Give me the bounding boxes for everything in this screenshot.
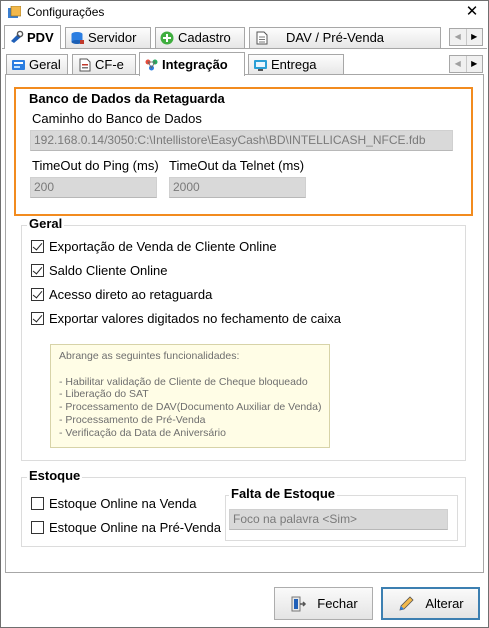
saldo-cliente-checkbox[interactable]: Saldo Cliente Online [31,262,168,278]
settings-app-icon [8,6,21,18]
sub-tab-row: Geral CF-e Integração Entrega ◀ ▶ [1,52,488,76]
main-tabs-scroller: ◀ ▶ [449,28,483,46]
document-icon [256,31,268,45]
checkbox-label: Estoque Online na Pré-Venda [49,519,222,535]
note-line: - Habilitar validação de Cliente de Cheq… [59,375,308,388]
tab-dav-pre-venda[interactable]: DAV / Pré-Venda [249,27,441,48]
tab-servidor-label: Servidor [88,30,137,45]
scroll-left-button[interactable]: ◀ [450,29,467,45]
sub-scroll-left-button[interactable]: ◀ [450,56,467,72]
checkbox-label: Acesso direto ao retaguarda [49,286,213,302]
close-button[interactable]: ✕ [462,2,482,22]
note-line: - Processamento de DAV(Documento Auxilia… [59,401,322,414]
caminho-field[interactable]: 192.168.0.14/3050:C:\Intellistore\EasyCa… [30,130,453,151]
tab-pdv-label: PDV [27,30,54,45]
geral-group-title: Geral [27,216,65,231]
tab-cfe-label: CF-e [95,57,124,72]
tab-entrega[interactable]: Entrega [248,54,344,75]
falta-estoque-title: Falta de Estoque [229,486,338,501]
tab-dav-pre-venda-label: DAV / Pré-Venda [286,30,385,45]
checkbox-box [31,287,44,301]
sub-tabs-scroller: ◀ ▶ [449,55,483,73]
configuracoes-window: Configurações ✕ PDV Servidor Cadastro DA… [0,0,489,628]
exit-door-icon [291,596,307,611]
add-icon [160,31,174,45]
note-line [59,363,329,376]
telnet-timeout-field[interactable]: 2000 [169,177,306,198]
note-line: - Verificação da Data de Aniversário [59,426,226,439]
checkbox-box [31,239,44,253]
funcionalidades-note: Abrange as seguintes funcionalidades: - … [50,344,330,448]
scroll-right-button[interactable]: ▶ [467,29,483,45]
checkbox-box [31,520,44,534]
note-line: Abrange as seguintes funcionalidades: [59,350,240,362]
checkbox-box [31,496,44,510]
pdv-icon [11,30,24,43]
sub-scroll-right-button[interactable]: ▶ [467,56,483,72]
checkbox-box [31,311,44,325]
edit-pen-icon [399,595,414,611]
alterar-button[interactable]: Alterar [381,587,480,620]
checkbox-label: Exportação de Venda de Cliente Online [49,238,277,254]
exportar-valores-checkbox[interactable]: Exportar valores digitados no fechamento… [31,310,341,326]
fechar-button[interactable]: Fechar [274,587,373,620]
tab-cadastro[interactable]: Cadastro [155,27,245,48]
acesso-direto-checkbox[interactable]: Acesso direto ao retaguarda [31,286,212,302]
note-line: - Processamento de Pré-Venda [59,413,206,426]
checkbox-box [31,263,44,277]
caminho-label: Caminho do Banco de Dados [32,111,202,126]
checkbox-label: Saldo Cliente Online [49,262,168,278]
tab-divider [2,48,487,49]
ping-label: TimeOut do Ping (ms) [32,158,159,173]
note-line: - Liberação do SAT [59,388,149,401]
tab-geral[interactable]: Geral [6,54,68,75]
tab-servidor[interactable]: Servidor [65,27,151,48]
alterar-label: Alterar [425,596,464,611]
integration-icon [145,59,158,71]
close-icon: ✕ [465,3,479,20]
tab-integracao-label: Integração [162,57,228,72]
tab-geral-label: Geral [29,57,61,72]
delivery-icon [254,60,267,71]
fechar-label: Fechar [317,596,358,611]
telnet-label: TimeOut da Telnet (ms) [169,158,305,173]
window-title: Configurações [27,5,105,19]
main-tab-row: PDV Servidor Cadastro DAV / Pré-Venda ◀ … [1,25,488,49]
title-bar: Configurações ✕ [1,1,488,23]
tab-pdv[interactable]: PDV [4,25,61,49]
estoque-pre-venda-checkbox[interactable]: Estoque Online na Pré-Venda [31,519,221,535]
cfe-icon [79,58,91,72]
checkbox-label: Exportar valores digitados no fechamento… [49,310,341,326]
banco-group-title: Banco de Dados da Retaguarda [27,91,227,106]
server-icon [71,32,84,44]
falta-estoque-field[interactable]: Foco na palavra <Sim> [229,509,448,530]
tab-cfe[interactable]: CF-e [72,54,136,75]
estoque-venda-checkbox[interactable]: Estoque Online na Venda [31,495,196,511]
exportacao-venda-checkbox[interactable]: Exportação de Venda de Cliente Online [31,238,277,254]
general-icon [12,60,25,70]
tab-integracao[interactable]: Integração [139,52,245,76]
tab-cadastro-label: Cadastro [178,30,231,45]
tab-entrega-label: Entrega [271,57,317,72]
estoque-group-title: Estoque [27,468,83,483]
checkbox-label: Estoque Online na Venda [49,495,197,511]
ping-timeout-field[interactable]: 200 [30,177,157,198]
